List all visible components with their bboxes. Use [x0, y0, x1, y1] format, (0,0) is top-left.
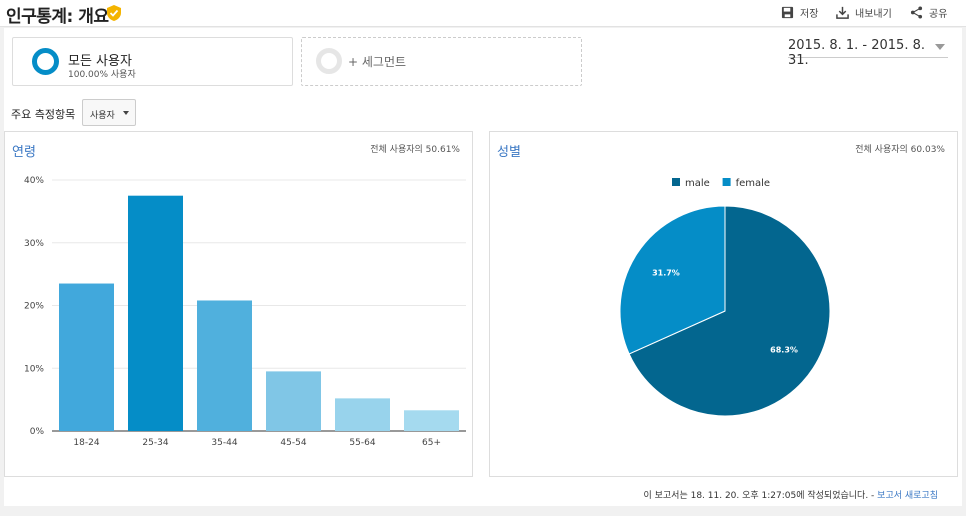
x-tick-label: 35-44 [211, 438, 237, 448]
segment-percentage: 100.00% 사용자 [68, 70, 136, 80]
y-tick-label: 10% [24, 364, 44, 374]
save-button[interactable]: 저장 [781, 5, 818, 20]
share-icon [910, 6, 923, 19]
x-tick-label: 25-34 [142, 438, 168, 448]
bar-18-24[interactable] [59, 283, 114, 431]
empty-segment-ring-icon [316, 48, 342, 74]
bar-65+[interactable] [404, 410, 459, 431]
pie-data-label: 31.7% [652, 269, 680, 278]
legend-swatch [722, 178, 731, 186]
chevron-down-icon [935, 44, 945, 50]
primary-metric-value: 사용자 [90, 111, 115, 121]
report-footer: 이 보고서는 18. 11. 20. 오후 1:27:05에 작성되었습니다. … [4, 480, 962, 506]
footer-text: 이 보고서는 18. 11. 20. 오후 1:27:05에 작성되었습니다. … [643, 488, 938, 501]
add-segment-button[interactable]: + 세그먼트 [301, 37, 582, 86]
date-range-picker[interactable]: 2015. 8. 1. - 2015. 8. 31. [788, 38, 948, 68]
bar-55-64[interactable] [335, 398, 390, 431]
age-card: 연령 전체 사용자의 50.61% 0% 10% 20% 30% 40% 18-24 25-… [4, 131, 473, 477]
save-icon [781, 6, 794, 19]
bar-25-34[interactable] [128, 195, 183, 431]
gender-card: 성별 전체 사용자의 60.03% male female 68.3% 31.7% [489, 131, 958, 477]
primary-metric-label: 주요 측정항목 [11, 108, 76, 121]
page-title: 인구통계: 개요 [6, 7, 109, 27]
y-tick-label: 0% [30, 427, 45, 437]
legend-swatch [672, 178, 680, 186]
x-tick-label: 65+ [422, 438, 441, 448]
bar-45-54[interactable] [266, 371, 321, 431]
y-tick-label: 30% [24, 239, 44, 249]
y-tick-label: 20% [24, 302, 44, 312]
bar-35-44[interactable] [197, 300, 252, 431]
y-tick-label: 40% [24, 176, 44, 186]
age-bar-chart: 0% 10% 20% 30% 40% 18-24 25-34 35-44 45-54 55-64 6… [24, 176, 466, 448]
segment-ring-icon [32, 48, 59, 75]
download-icon [836, 6, 849, 19]
x-tick-label: 45-54 [280, 438, 306, 448]
export-label: 내보내기 [855, 9, 892, 20]
share-label: 공유 [929, 9, 948, 20]
verified-shield-icon [107, 5, 121, 21]
report-header: 인구통계: 개요 저장 내보내기 공유 [0, 0, 966, 27]
save-label: 저장 [800, 9, 819, 20]
pie-data-label: 68.3% [770, 345, 798, 354]
footer-timestamp: 이 보고서는 18. 11. 20. 오후 1:27:05에 작성되었습니다. … [643, 491, 878, 501]
x-tick-label: 55-64 [349, 438, 375, 448]
refresh-report-link[interactable]: 보고서 새로고침 [877, 491, 938, 501]
share-button[interactable]: 공유 [910, 5, 947, 20]
legend-label-male[interactable]: male [685, 178, 710, 189]
add-segment-label: + 세그먼트 [348, 55, 407, 69]
export-button[interactable]: 내보내기 [836, 5, 892, 20]
x-tick-label: 18-24 [73, 438, 99, 448]
legend-label-female[interactable]: female [736, 178, 770, 189]
gender-pie-chart: male female 68.3% 31.7% [619, 178, 831, 417]
segment-all-users[interactable]: 모든 사용자 100.00% 사용자 [12, 37, 293, 86]
primary-metric-dropdown[interactable]: 사용자 [82, 99, 136, 126]
dropdown-caret-icon [123, 111, 129, 115]
